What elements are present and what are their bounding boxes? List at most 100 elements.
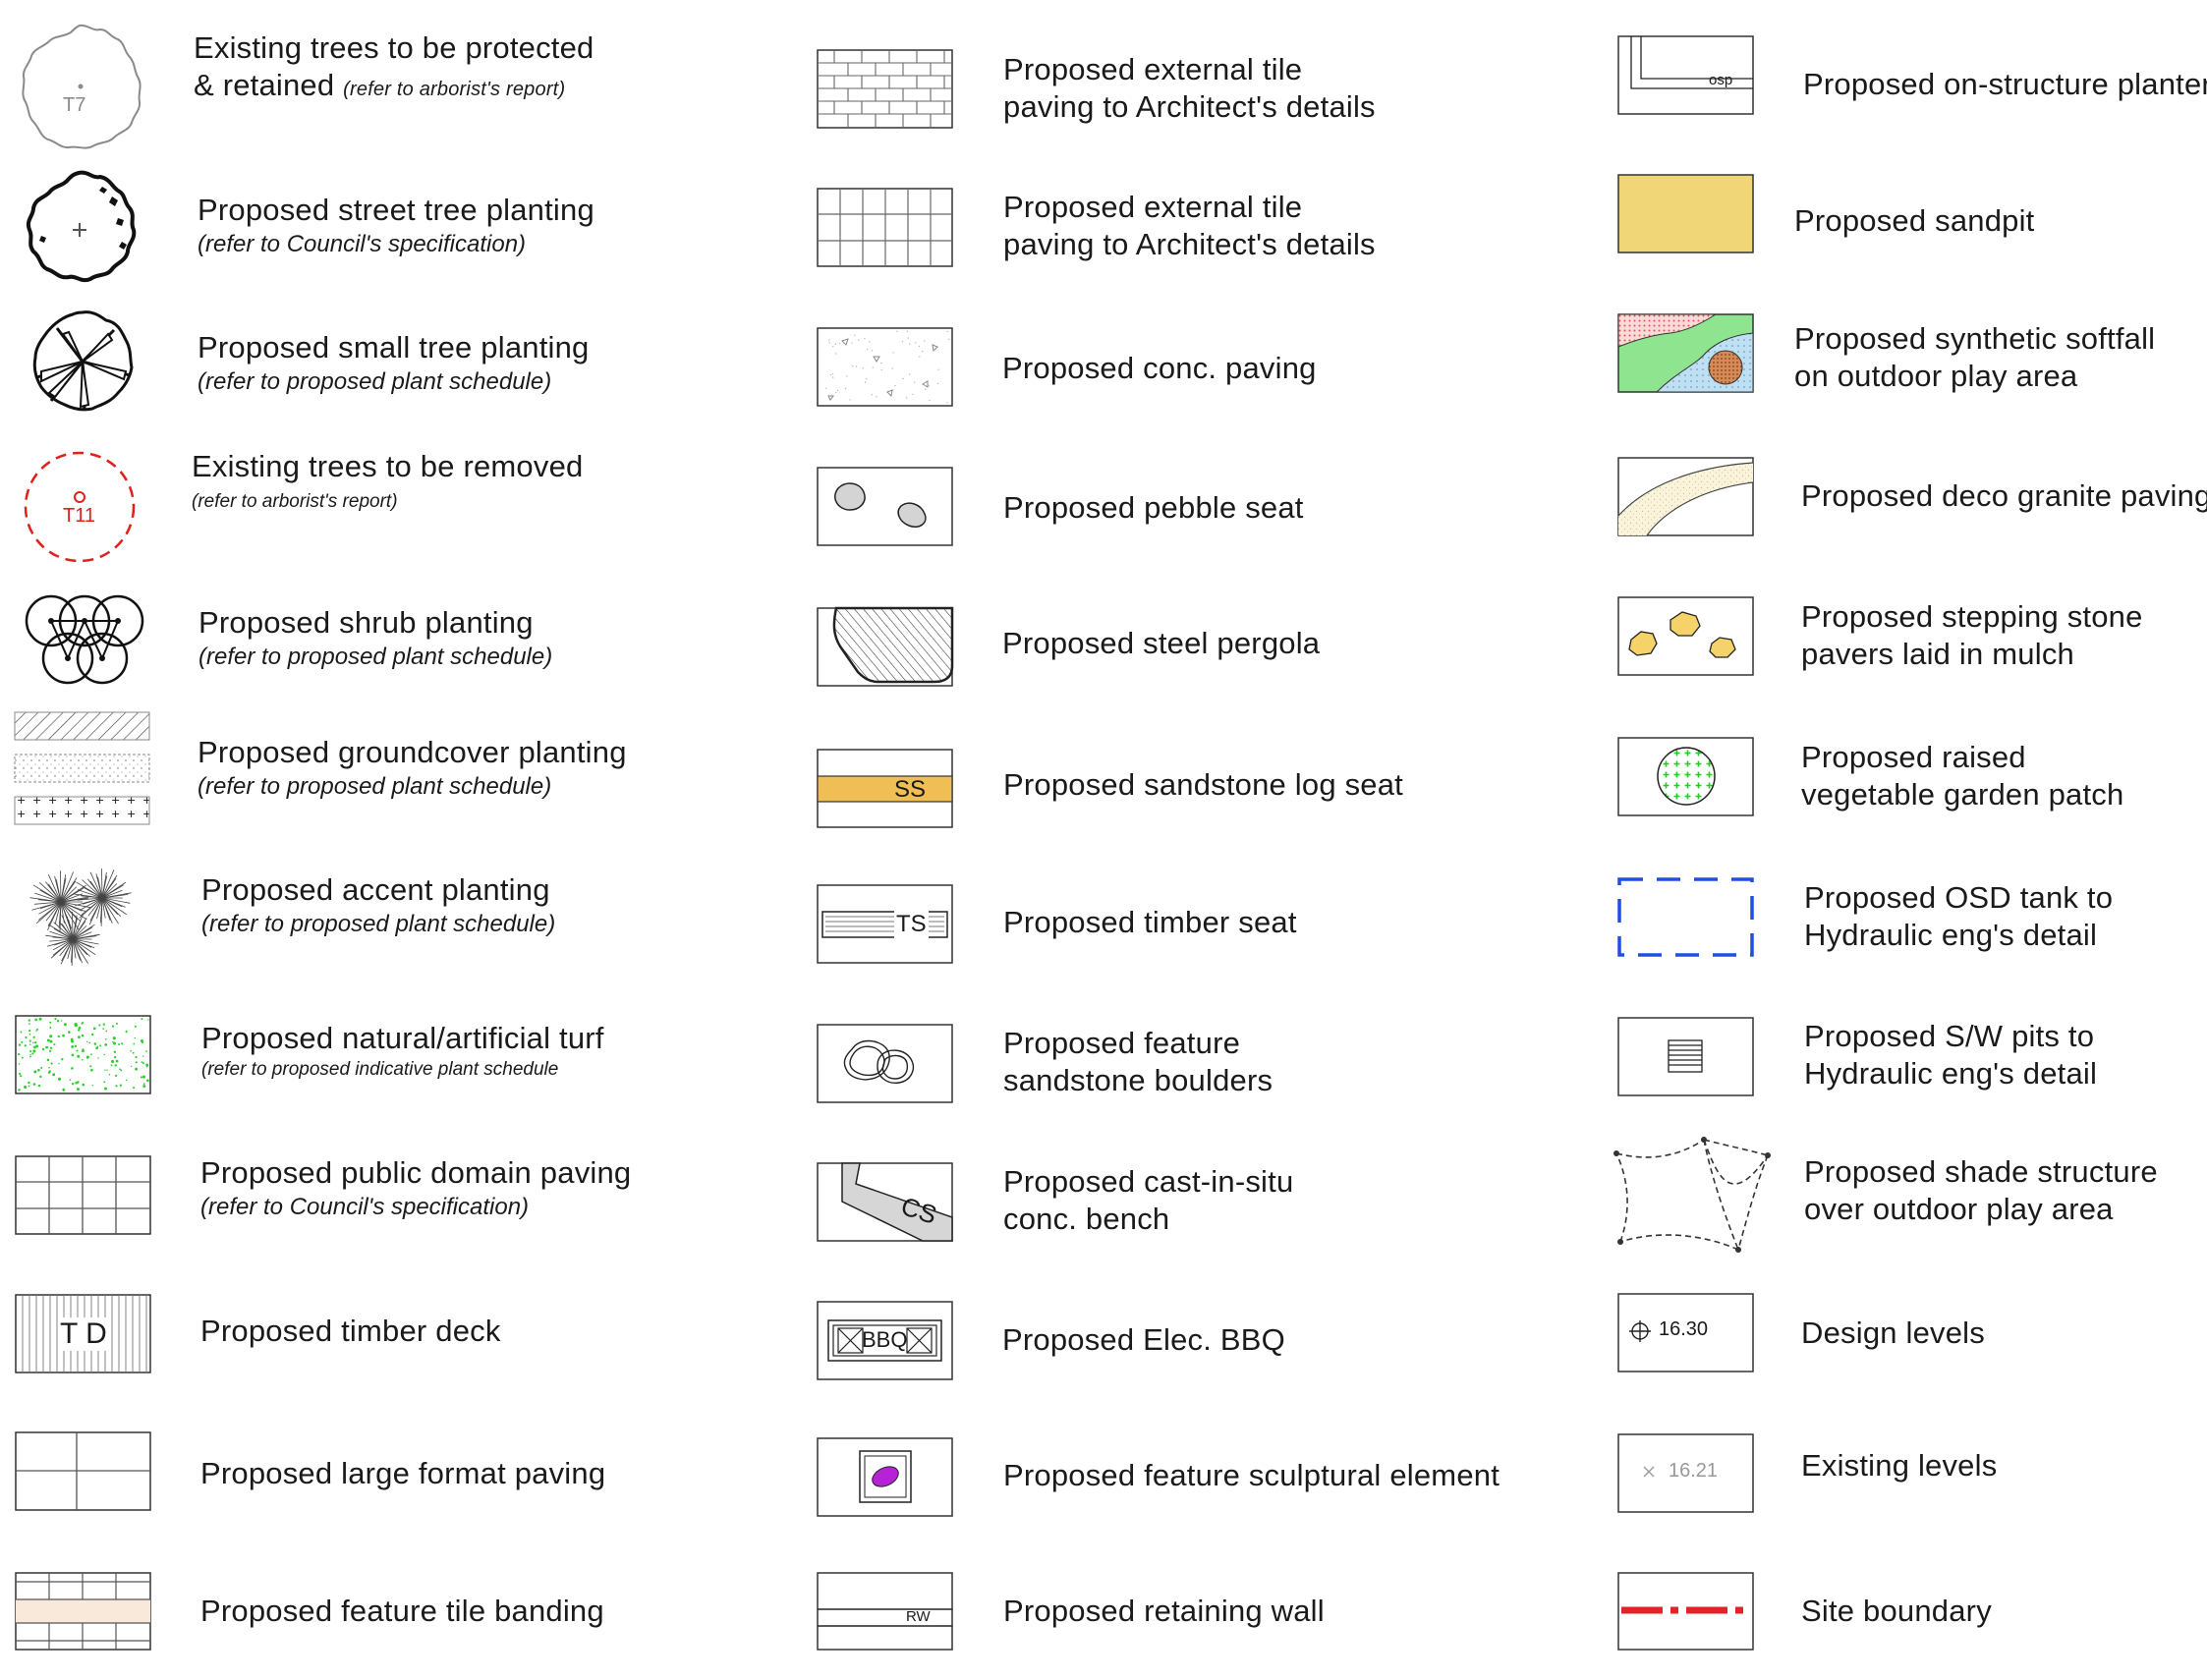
legend-label: Proposed timber seat — [1003, 905, 1297, 939]
groundcover-symbol: + — [14, 711, 151, 827]
tile-banding-symbol — [15, 1572, 152, 1651]
seat-tag: SS — [894, 776, 927, 803]
legend-label: Proposed accent planting — [201, 872, 550, 907]
legend-item-small-tree: Proposed small tree planting (refer to p… — [0, 295, 747, 432]
legend-label: Proposed Elec. BBQ — [1002, 1322, 1285, 1357]
sw-pit-symbol — [1617, 1017, 1755, 1097]
legend-label: Proposed pebble seat — [1003, 490, 1304, 525]
legend-item-retaining-wall: RW Proposed retaining wall — [816, 1542, 1562, 1680]
legend-item-sw-pits: Proposed S/W pits to Hydraulic eng's det… — [1616, 986, 2207, 1124]
timber-deck-symbol: T D — [15, 1294, 152, 1374]
legend-label-2: pavers laid in mulch — [1801, 637, 2074, 671]
legend-label: Proposed conc. paving — [1002, 351, 1317, 385]
legend-label-2: paving to Architect's details — [1003, 89, 1376, 124]
legend-label-2: Hydraulic eng's detail — [1804, 918, 2098, 952]
legend-label: Proposed sandpit — [1794, 203, 2035, 238]
legend-note: (refer to proposed indicative plant sche… — [201, 1059, 559, 1080]
legend-item-conc-paving: Proposed conc. paving — [816, 300, 1562, 437]
legend-item-stepping-stone: Proposed stepping stone pavers laid in m… — [1616, 567, 2207, 704]
legend-note: (refer to proposed plant schedule) — [198, 368, 552, 395]
legend-label: Proposed stepping stone — [1801, 599, 2143, 634]
legend-item-external-tile-paving-1: Proposed external tile paving to Archite… — [816, 20, 1562, 157]
bbq-tag: BBQ — [862, 1327, 908, 1352]
tile-paving-grid-symbol — [817, 188, 954, 268]
legend-note: (refer to arborist's report) — [192, 491, 398, 512]
legend-label: Proposed S/W pits to — [1804, 1019, 2095, 1053]
stepping-stone-symbol — [1617, 596, 1755, 677]
legend-label: Proposed on-structure planter — [1803, 67, 2207, 101]
legend-label: Existing trees to be protected — [194, 30, 594, 65]
legend-item-groundcover: + Proposed groundcover planting (refer t… — [0, 707, 747, 845]
turf-symbol — [15, 1015, 152, 1095]
level-value: 16.30 — [1659, 1318, 1709, 1340]
legend-label: Proposed groundcover planting — [198, 735, 627, 769]
retaining-wall-symbol: RW — [817, 1572, 954, 1651]
legend-label: Existing levels — [1801, 1448, 1998, 1483]
legend-label: Proposed public domain paving — [200, 1155, 632, 1190]
legend-label: Proposed deco granite paving — [1801, 478, 2207, 513]
small-tree-symbol — [28, 307, 138, 417]
legend-item-design-levels: 16.30 Design levels — [1616, 1264, 2207, 1402]
site-boundary-symbol — [1617, 1572, 1755, 1651]
legend-label-2: vegetable garden patch — [1801, 777, 2124, 812]
legend-item-sandstone-log-seat: SS Proposed sandstone log seat — [816, 716, 1562, 854]
legend-label: Proposed external tile — [1003, 52, 1303, 86]
existing-level-symbol: 16.21 — [1617, 1433, 1755, 1514]
legend-label: Proposed timber deck — [200, 1314, 501, 1348]
large-format-paving-symbol — [15, 1431, 152, 1512]
legend-item-shrub: Proposed shrub planting (refer to propos… — [0, 570, 747, 707]
sandpit-symbol — [1617, 174, 1755, 254]
softfall-symbol — [1617, 313, 1755, 394]
legend-item-steel-pergola: Proposed steel pergola — [816, 575, 1562, 712]
legend-item-existing-tree-retained: T7 Existing trees to be protected & reta… — [0, 20, 747, 157]
removed-tree-symbol: T11 — [24, 451, 138, 566]
legend-label: Proposed cast-in-situ — [1003, 1164, 1294, 1199]
legend-note: (refer to arborist's report) — [343, 79, 566, 100]
legend-label-2: sandstone boulders — [1003, 1063, 1273, 1097]
legend-item-timber-seat: TS Proposed timber seat — [816, 854, 1562, 991]
pebble-seat-symbol — [817, 467, 954, 547]
planter-tag: osp — [1709, 72, 1733, 88]
legend-label: Existing trees to be removed — [192, 449, 584, 483]
legend-label: Proposed street tree planting — [198, 193, 594, 227]
legend-note: (refer to proposed plant schedule) — [201, 911, 556, 937]
legend-item-accent: Proposed accent planting (refer to propo… — [0, 845, 747, 982]
legend-column-1: T7 Existing trees to be protected & reta… — [0, 0, 747, 1651]
level-value: 16.21 — [1669, 1460, 1719, 1482]
legend-label: Proposed natural/artificial turf — [201, 1021, 604, 1055]
design-level-symbol: 16.30 — [1617, 1293, 1755, 1373]
legend-column-3: osp Proposed on-structure planter Propos… — [1613, 0, 2207, 1651]
legend-label: Proposed small tree planting — [198, 330, 590, 364]
legend-note: (refer to Council's specification) — [198, 231, 527, 257]
legend-label-2: & retained — [194, 68, 335, 102]
legend-item-sculptural-element: Proposed feature sculptural element — [816, 1407, 1562, 1544]
legend-label: Proposed retaining wall — [1003, 1594, 1325, 1628]
legend-item-sandpit: Proposed sandpit — [1616, 152, 2207, 290]
tree-tag: T7 — [63, 94, 86, 116]
legend-label-2: paving to Architect's details — [1003, 227, 1376, 261]
legend-item-pebble-seat: Proposed pebble seat — [816, 439, 1562, 577]
deco-granite-symbol — [1617, 457, 1755, 537]
legend-item-timber-deck: T D Proposed timber deck — [0, 1262, 747, 1400]
landscape-legend: T7 Existing trees to be protected & reta… — [0, 0, 2207, 1651]
planter-symbol: osp — [1617, 35, 1755, 116]
legend-item-elec-bbq: BBQ Proposed Elec. BBQ — [816, 1271, 1562, 1409]
legend-item-external-tile-paving-2: Proposed external tile paving to Archite… — [816, 157, 1562, 295]
legend-label: Proposed shade structure — [1804, 1154, 2158, 1189]
legend-column-2: Proposed external tile paving to Archite… — [816, 0, 1562, 1651]
tree-tag: T11 — [63, 505, 95, 527]
legend-label: Proposed feature tile banding — [200, 1594, 604, 1628]
shrub-symbol — [24, 591, 147, 690]
legend-item-cast-in-situ-bench: CS Proposed cast-in-situ conc. bench — [816, 1132, 1562, 1269]
legend-item-existing-levels: 16.21 Existing levels — [1616, 1407, 2207, 1544]
osd-tank-symbol — [1617, 877, 1755, 958]
legend-label: Proposed OSD tank to — [1804, 880, 2114, 915]
legend-label: Proposed large format paving — [200, 1456, 606, 1490]
legend-label: Proposed raised — [1801, 740, 2026, 774]
vegetable-garden-symbol — [1617, 737, 1755, 817]
legend-label: Proposed synthetic softfall — [1794, 321, 2156, 356]
boulders-symbol — [817, 1024, 954, 1104]
legend-item-shade-structure: Proposed shade structure over outdoor pl… — [1613, 1122, 2207, 1260]
legend-label: Site boundary — [1801, 1594, 1992, 1628]
legend-label: Proposed external tile — [1003, 190, 1303, 224]
